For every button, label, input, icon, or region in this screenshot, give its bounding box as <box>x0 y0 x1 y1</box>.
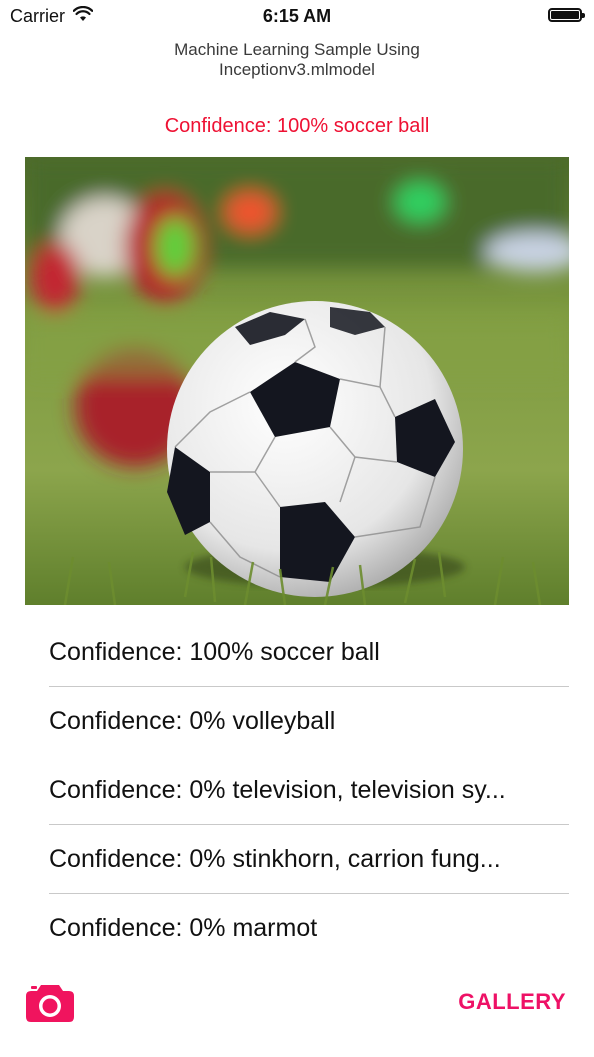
result-label: Confidence: 100% soccer ball <box>49 637 380 666</box>
status-bar: Carrier 6:15 AM <box>0 0 594 34</box>
gallery-button[interactable]: GALLERY <box>458 989 566 1015</box>
analyzed-photo <box>25 157 569 605</box>
battery-icon <box>548 8 585 22</box>
soccer-ball-graphic <box>167 301 463 597</box>
list-item[interactable]: Confidence: 0% stinkhorn, carrion fung..… <box>49 825 569 894</box>
result-label: Confidence: 0% volleyball <box>49 707 336 735</box>
clock: 6:15 AM <box>262 6 332 26</box>
status-right <box>548 8 585 22</box>
list-item[interactable]: Confidence: 0% marmot <box>49 894 569 938</box>
list-item[interactable]: Confidence: 0% volleyball <box>49 687 569 756</box>
title-line-1: Machine Learning Sample Using <box>174 40 420 59</box>
result-label: Confidence: 0% marmot <box>49 914 318 938</box>
result-label: Confidence: 0% television, television sy… <box>49 775 506 804</box>
results-list[interactable]: Confidence: 100% soccer ball Confidence:… <box>49 618 569 938</box>
list-item[interactable]: Confidence: 0% television, television sy… <box>49 756 569 825</box>
camera-icon <box>26 985 74 1022</box>
page-title: Machine Learning Sample Using Inceptionv… <box>0 40 594 80</box>
top-prediction-label: Confidence: 100% soccer ball <box>164 115 430 137</box>
result-label: Confidence: 0% stinkhorn, carrion fung..… <box>49 844 501 873</box>
title-line-2: Inceptionv3.mlmodel <box>219 60 375 79</box>
bottom-toolbar: GALLERY <box>0 975 594 1035</box>
camera-button[interactable] <box>25 981 75 1023</box>
list-item[interactable]: Confidence: 100% soccer ball <box>49 618 569 687</box>
